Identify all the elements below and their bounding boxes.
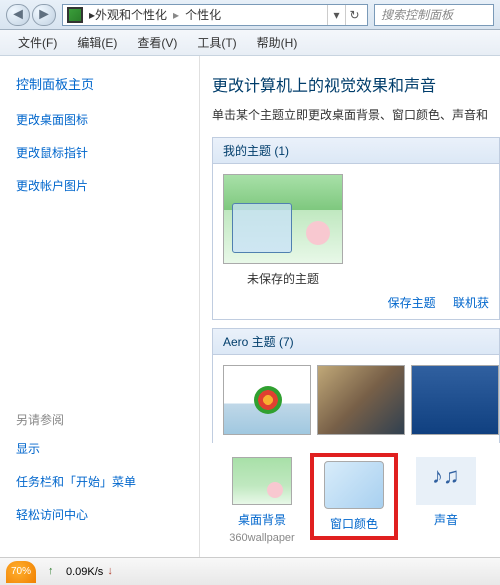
- breadcrumb-sep: ▸: [173, 8, 179, 22]
- sidebar-link-icons[interactable]: 更改桌面图标: [16, 111, 183, 128]
- menu-edit[interactable]: 编辑(E): [67, 30, 127, 55]
- theme-actions: 保存主题 联机获: [213, 288, 499, 311]
- my-themes-section: 我的主题 (1) 未保存的主题 保存主题 联机获: [212, 137, 500, 320]
- window-preview-icon: [232, 203, 292, 253]
- get-online-themes-link[interactable]: 联机获: [453, 296, 489, 310]
- sound-icon: [416, 457, 476, 505]
- sound-option[interactable]: 声音: [406, 457, 486, 528]
- address-bar[interactable]: ▸ 外观和个性化 ▸ 个性化 ▾ ↻: [62, 4, 368, 26]
- sidebar-also-ease[interactable]: 轻松访问中心: [16, 506, 183, 523]
- search-input[interactable]: 搜索控制面板: [374, 4, 494, 26]
- control-panel-icon: [67, 7, 83, 23]
- aero-theme-windows[interactable]: [223, 365, 311, 435]
- zoom-indicator[interactable]: 70%: [6, 561, 36, 583]
- content-area: 控制面板主页 更改桌面图标 更改鼠标指针 更改帐户图片 另请参阅 显示 任务栏和…: [0, 56, 500, 557]
- main-panel: 更改计算机上的视觉效果和声音 单击某个主题立即更改桌面背景、窗口颜色、声音和 我…: [200, 56, 500, 557]
- menu-tools[interactable]: 工具(T): [187, 30, 246, 55]
- aero-themes-section: Aero 主题 (7): [212, 328, 500, 443]
- back-button[interactable]: ◄: [6, 4, 30, 26]
- theme-label: 未保存的主题: [223, 270, 343, 287]
- see-also-label: 另请参阅: [16, 411, 183, 428]
- aero-thumbnails: [223, 365, 499, 435]
- address-dropdown: ▾ ↻: [327, 5, 363, 25]
- refresh-button[interactable]: ↻: [345, 5, 363, 25]
- menu-help[interactable]: 帮助(H): [247, 30, 308, 55]
- sidebar: 控制面板主页 更改桌面图标 更改鼠标指针 更改帐户图片 另请参阅 显示 任务栏和…: [0, 56, 200, 557]
- sound-label: 声音: [406, 511, 486, 528]
- menubar: 文件(F) 编辑(E) 查看(V) 工具(T) 帮助(H): [0, 30, 500, 56]
- save-theme-link[interactable]: 保存主题: [388, 296, 436, 310]
- statusbar: 70% ↑ 0.09K/s ↓: [0, 557, 500, 585]
- window-color-option[interactable]: 窗口颜色: [314, 457, 394, 536]
- sidebar-also-taskbar[interactable]: 任务栏和「开始」菜单: [16, 473, 183, 490]
- wallpaper-character-icon: [306, 221, 330, 245]
- theme-preview: [223, 174, 343, 264]
- forward-button[interactable]: ►: [32, 4, 56, 26]
- nav-buttons: ◄ ►: [6, 4, 56, 26]
- desktop-background-icon: [232, 457, 292, 505]
- breadcrumb-1[interactable]: 外观和个性化: [95, 6, 167, 23]
- menu-view[interactable]: 查看(V): [127, 30, 187, 55]
- desktop-background-option[interactable]: 桌面背景 360wallpaper: [222, 457, 302, 544]
- window-color-icon: [324, 461, 384, 509]
- sidebar-also-display[interactable]: 显示: [16, 440, 183, 457]
- network-speed: 0.09K/s: [66, 566, 103, 578]
- my-themes-title: 我的主题 (1): [213, 138, 499, 164]
- aero-theme-architecture[interactable]: [317, 365, 405, 435]
- breadcrumb-2[interactable]: 个性化: [185, 6, 221, 23]
- menu-file[interactable]: 文件(F): [8, 30, 67, 55]
- page-description: 单击某个主题立即更改桌面背景、窗口颜色、声音和: [212, 106, 500, 123]
- network-down-icon: ↓: [107, 565, 121, 579]
- address-dropdown-button[interactable]: ▾: [327, 5, 345, 25]
- aero-themes-title: Aero 主题 (7): [213, 329, 499, 355]
- desktop-background-label: 桌面背景: [222, 511, 302, 528]
- theme-unsaved[interactable]: 未保存的主题: [223, 174, 343, 287]
- page-heading: 更改计算机上的视觉效果和声音: [212, 72, 500, 96]
- titlebar: ◄ ► ▸ 外观和个性化 ▸ 个性化 ▾ ↻ 搜索控制面板: [0, 0, 500, 30]
- aero-theme-blue[interactable]: [411, 365, 499, 435]
- sidebar-link-account-pic[interactable]: 更改帐户图片: [16, 177, 183, 194]
- sidebar-link-mouse[interactable]: 更改鼠标指针: [16, 144, 183, 161]
- control-panel-home-link[interactable]: 控制面板主页: [16, 74, 183, 93]
- window-color-label: 窗口颜色: [314, 515, 394, 532]
- desktop-background-sub: 360wallpaper: [222, 532, 302, 544]
- personalization-options: 桌面背景 360wallpaper 窗口颜色 声音: [222, 457, 500, 544]
- network-up-icon: ↑: [48, 565, 62, 579]
